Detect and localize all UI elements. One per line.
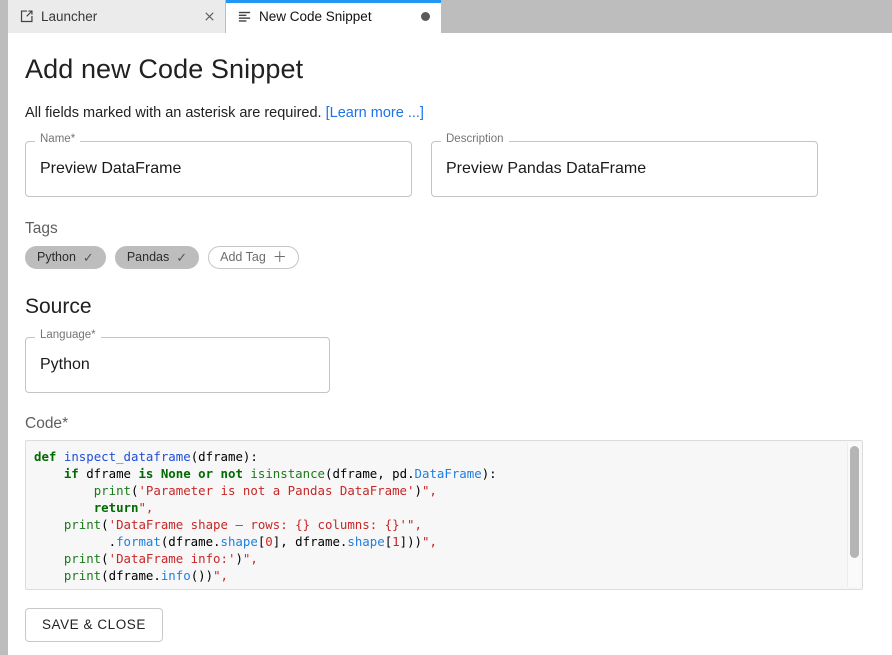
tab-launcher-label: Launcher xyxy=(41,9,194,24)
required-fields-note-text: All fields marked with an asterisk are r… xyxy=(25,105,326,121)
vertical-scrollbar[interactable] xyxy=(850,446,859,558)
tags-chip-list: Python ✓ Pandas ✓ Add Tag ＋ xyxy=(25,246,866,269)
unsaved-dot-icon[interactable] xyxy=(417,9,433,25)
tab-bar: Launcher New Code Snippet xyxy=(0,0,892,33)
language-field-value: Python xyxy=(40,356,90,374)
plus-icon: ＋ xyxy=(273,250,287,264)
code-snippet-editor-window: Launcher New Code Snippet xyxy=(0,0,892,655)
tag-chip-python-label: Python xyxy=(37,250,76,264)
code-label: Code* xyxy=(25,415,866,433)
page-title: Add new Code Snippet xyxy=(25,53,866,87)
tab-new-code-snippet[interactable]: New Code Snippet xyxy=(226,0,442,33)
code-editor[interactable]: def inspect_dataframe(dframe): if dframe… xyxy=(25,440,863,590)
tag-chip-python[interactable]: Python ✓ xyxy=(25,246,106,269)
source-section-title: Source xyxy=(25,295,866,319)
language-field-wrapper: Language* Python xyxy=(25,337,866,393)
check-icon: ✓ xyxy=(176,251,187,264)
list-lines-icon xyxy=(237,9,252,24)
name-description-row: Name* Preview DataFrame Description Prev… xyxy=(25,141,866,197)
language-field-label: Language* xyxy=(35,330,101,342)
required-fields-note: All fields marked with an asterisk are r… xyxy=(25,105,866,121)
save-and-close-button[interactable]: SAVE & CLOSE xyxy=(25,608,163,642)
left-sidebar-rail xyxy=(0,0,8,655)
code-editor-viewport: def inspect_dataframe(dframe): if dframe… xyxy=(26,441,862,589)
add-tag-chip-label: Add Tag xyxy=(220,250,266,264)
code-editor-scrollbar-track[interactable] xyxy=(847,443,860,587)
learn-more-link[interactable]: [Learn more ...] xyxy=(326,105,424,121)
close-icon[interactable] xyxy=(201,9,217,25)
tag-chip-pandas-label: Pandas xyxy=(127,250,169,264)
tags-label: Tags xyxy=(25,220,866,238)
language-field[interactable]: Language* Python xyxy=(25,337,330,393)
check-icon: ✓ xyxy=(83,251,94,264)
snippet-form-panel: Add new Code Snippet All fields marked w… xyxy=(0,33,892,655)
name-field[interactable]: Name* Preview DataFrame xyxy=(25,141,412,197)
name-field-label: Name* xyxy=(35,134,80,146)
name-field-value: Preview DataFrame xyxy=(40,160,181,178)
description-field-value: Preview Pandas DataFrame xyxy=(446,160,646,178)
description-field[interactable]: Description Preview Pandas DataFrame xyxy=(431,141,818,197)
description-field-label: Description xyxy=(441,134,509,146)
code-editor-content: def inspect_dataframe(dframe): if dframe… xyxy=(34,448,862,584)
launcher-icon xyxy=(19,9,34,24)
tab-launcher[interactable]: Launcher xyxy=(8,0,226,33)
add-tag-chip[interactable]: Add Tag ＋ xyxy=(208,246,299,269)
tag-chip-pandas[interactable]: Pandas ✓ xyxy=(115,246,199,269)
tab-new-code-snippet-label: New Code Snippet xyxy=(259,9,410,24)
